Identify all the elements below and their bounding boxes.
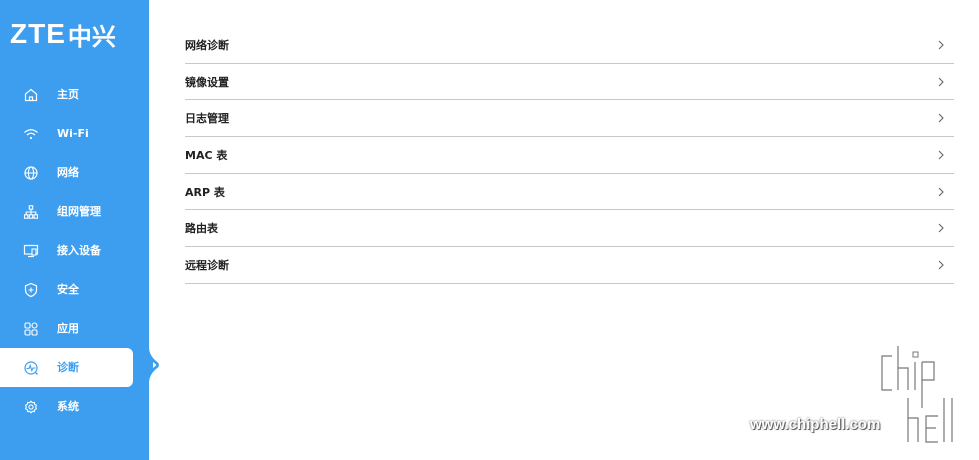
logo-cjk: 中兴 bbox=[67, 22, 116, 51]
active-pointer-icon bbox=[149, 347, 159, 383]
sidebar-item-network[interactable]: 网络 bbox=[0, 153, 149, 192]
sidebar-item-label: 网络 bbox=[57, 166, 79, 179]
menu-item-arp-table[interactable]: ARP 表 bbox=[185, 174, 954, 211]
apps-grid-icon bbox=[23, 321, 39, 337]
chevron-right-icon bbox=[938, 150, 944, 160]
shield-icon bbox=[23, 282, 39, 298]
menu-item-label: 网络诊断 bbox=[185, 38, 229, 52]
menu-item-mac-table[interactable]: MAC 表 bbox=[185, 137, 954, 174]
sidebar-item-devices[interactable]: 接入设备 bbox=[0, 231, 149, 270]
sidebar-item-mesh[interactable]: 组网管理 bbox=[0, 192, 149, 231]
menu-item-mirror-settings[interactable]: 镜像设置 bbox=[185, 64, 954, 101]
sidebar-item-diagnosis[interactable]: 诊断 bbox=[0, 348, 133, 387]
monitor-icon bbox=[23, 243, 39, 259]
chevron-right-icon bbox=[938, 187, 944, 196]
chiphell-logo bbox=[879, 346, 955, 445]
home-icon bbox=[23, 87, 39, 103]
menu-item-label: 路由表 bbox=[185, 222, 218, 236]
sidebar-item-label: 组网管理 bbox=[57, 205, 101, 218]
chiphell-watermark: www.chiphell.com bbox=[750, 342, 970, 454]
sidebar-item-label: 诊断 bbox=[57, 361, 79, 374]
gear-icon bbox=[23, 399, 39, 415]
globe-icon bbox=[23, 165, 39, 181]
sidebar-item-label: 安全 bbox=[57, 283, 79, 296]
menu-item-network-diagnosis[interactable]: 网络诊断 bbox=[185, 27, 954, 64]
logo-latin: ZTE bbox=[10, 18, 66, 49]
sidebar-item-label: Wi-Fi bbox=[57, 127, 89, 140]
sidebar-item-label: 接入设备 bbox=[57, 244, 101, 257]
menu-item-routing-table[interactable]: 路由表 bbox=[185, 210, 954, 248]
menu-item-label: 日志管理 bbox=[185, 112, 229, 126]
sidebar-item-label: 主页 bbox=[57, 88, 79, 101]
sidebar-item-label: 系统 bbox=[57, 400, 79, 413]
sidebar-nav: 主页 Wi-Fi 网络 组网管理 接入设备 安全 应用 诊断 系统 bbox=[0, 75, 149, 426]
diagnosis-menu: 网络诊断 镜像设置 日志管理 MAC 表 ARP 表 路由表 远程诊断 bbox=[185, 27, 954, 284]
chevron-right-icon bbox=[938, 260, 944, 270]
zte-logo[interactable]: ZTE 中兴 bbox=[10, 18, 116, 51]
menu-item-label: 镜像设置 bbox=[185, 75, 229, 89]
chevron-right-icon bbox=[938, 40, 944, 50]
watermark-url: www.chiphell.com bbox=[750, 416, 881, 433]
sidebar-item-home[interactable]: 主页 bbox=[0, 75, 149, 114]
network-topology-icon bbox=[23, 204, 39, 220]
wifi-icon bbox=[23, 126, 39, 142]
sidebar-item-system[interactable]: 系统 bbox=[0, 387, 149, 426]
chevron-right-icon bbox=[938, 77, 944, 86]
menu-item-label: ARP 表 bbox=[185, 185, 225, 199]
chevron-right-icon bbox=[938, 223, 944, 233]
diagnose-icon bbox=[23, 360, 39, 376]
menu-item-log-management[interactable]: 日志管理 bbox=[185, 100, 954, 138]
chevron-right-icon bbox=[938, 113, 944, 123]
sidebar-item-apps[interactable]: 应用 bbox=[0, 309, 149, 348]
sidebar-item-security[interactable]: 安全 bbox=[0, 270, 149, 309]
menu-item-label: 远程诊断 bbox=[185, 258, 229, 272]
sidebar-item-label: 应用 bbox=[57, 322, 79, 335]
sidebar-item-wifi[interactable]: Wi-Fi bbox=[0, 114, 149, 153]
menu-item-label: MAC 表 bbox=[185, 148, 228, 162]
sidebar: ZTE 中兴 主页 Wi-Fi 网络 组网管理 接入设备 安全 应用 诊断 系统 bbox=[0, 0, 149, 460]
menu-item-remote-diagnosis[interactable]: 远程诊断 bbox=[185, 247, 954, 284]
